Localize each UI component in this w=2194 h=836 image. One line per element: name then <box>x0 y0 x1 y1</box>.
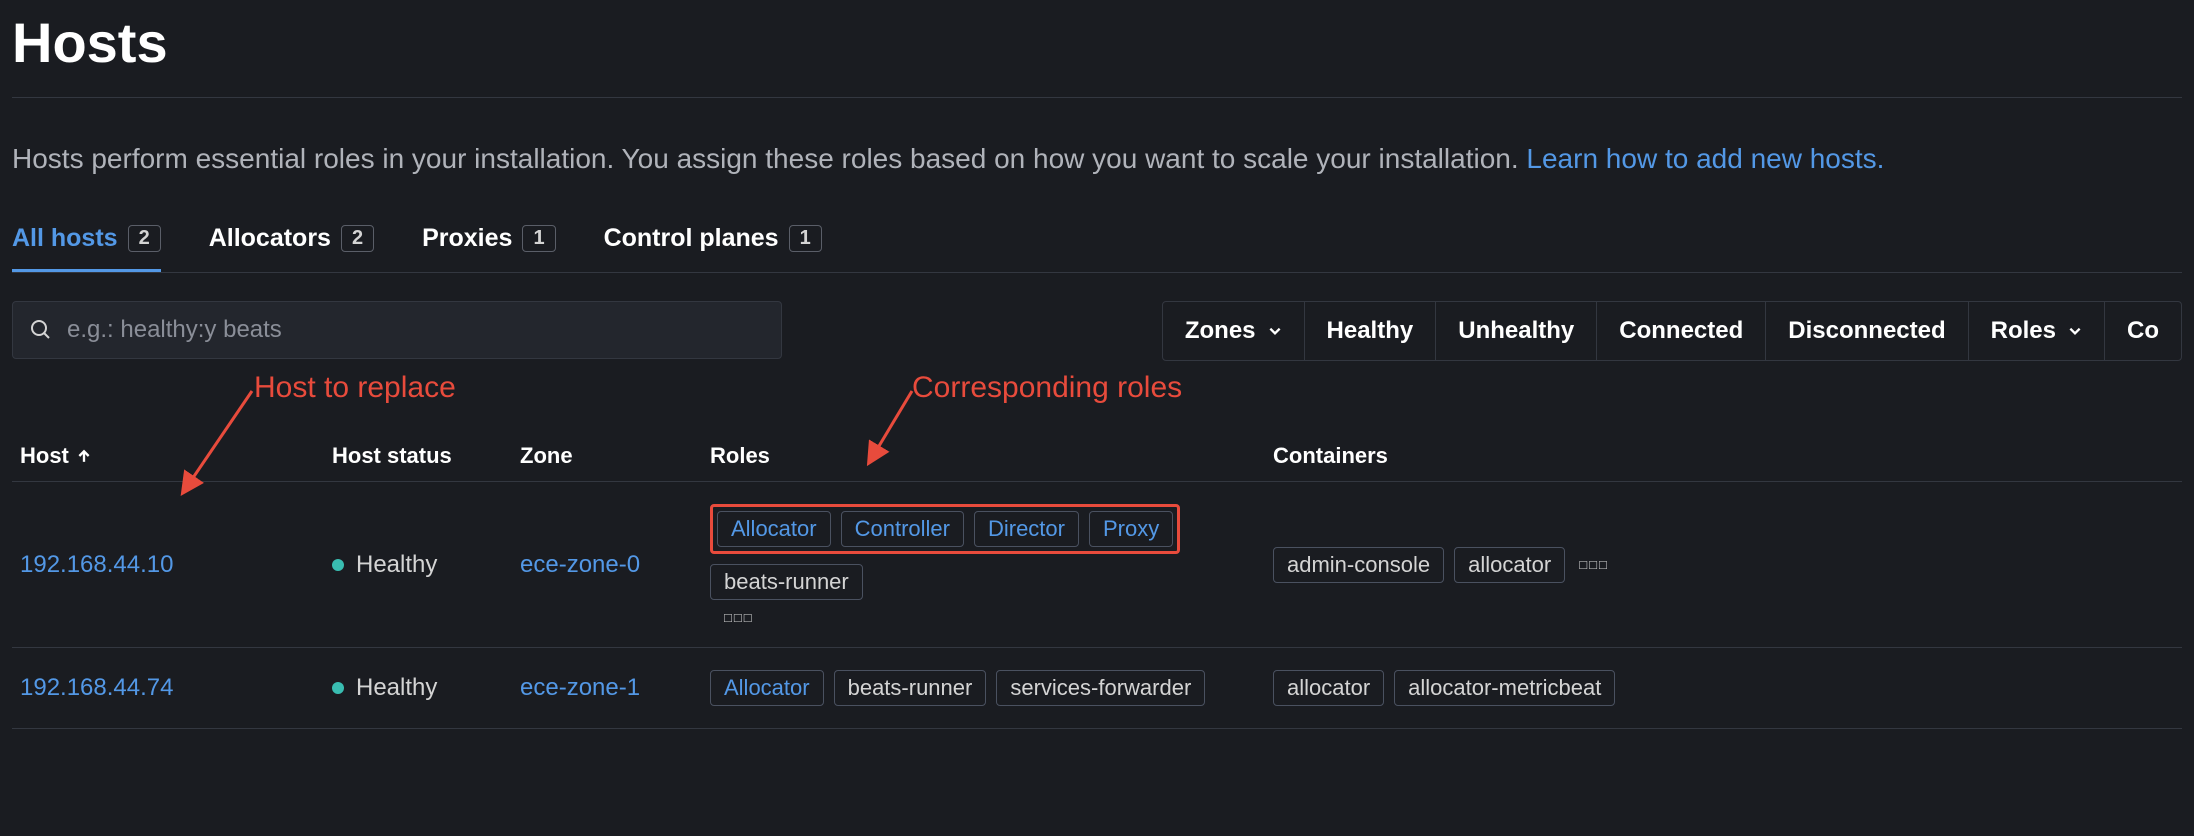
cell-host: 192.168.44.10 <box>12 551 332 579</box>
status-text: Healthy <box>356 674 437 702</box>
cell-containers: allocator allocator-metricbeat <box>1273 670 2182 706</box>
tab-all-hosts[interactable]: All hosts 2 <box>12 224 161 272</box>
status-text: Healthy <box>356 551 437 579</box>
filter-label: Connected <box>1619 317 1743 345</box>
filter-label: Disconnected <box>1788 317 1945 345</box>
tab-count-badge: 1 <box>522 225 555 252</box>
role-tag-beats-runner[interactable]: beats-runner <box>834 670 987 706</box>
filter-row: Zones Healthy Unhealthy Connected Discon… <box>12 301 2182 361</box>
page-description: Hosts perform essential roles in your in… <box>12 138 2182 180</box>
search-box[interactable] <box>12 301 782 359</box>
role-tag-services-forwarder[interactable]: services-forwarder <box>996 670 1205 706</box>
role-tag-allocator[interactable]: Allocator <box>710 670 824 706</box>
annotation-roles: Corresponding roles <box>912 371 1182 405</box>
col-header-label: Host <box>20 443 69 469</box>
tab-label: All hosts <box>12 224 118 253</box>
zone-link[interactable]: ece-zone-0 <box>520 551 640 578</box>
table-row: 192.168.44.74 Healthy ece-zone-1 Allocat… <box>12 648 2182 729</box>
tabs-bar: All hosts 2 Allocators 2 Proxies 1 Contr… <box>12 224 2182 273</box>
role-tag-director[interactable]: Director <box>974 511 1079 547</box>
tab-proxies[interactable]: Proxies 1 <box>422 224 555 272</box>
filter-label: Roles <box>1991 317 2056 345</box>
roles-highlight-box: Allocator Controller Director Proxy <box>710 504 1180 554</box>
host-link[interactable]: 192.168.44.10 <box>20 551 173 578</box>
cell-roles: Allocator Controller Director Proxy beat… <box>710 504 1273 625</box>
col-header-containers[interactable]: Containers <box>1273 443 2182 469</box>
cell-zone: ece-zone-0 <box>520 551 710 579</box>
container-tag[interactable]: admin-console <box>1273 547 1444 583</box>
container-tag[interactable]: allocator-metricbeat <box>1394 670 1615 706</box>
containers-more-icon[interactable]: □□□ <box>1575 557 1609 572</box>
cell-host: 192.168.44.74 <box>12 674 332 702</box>
tab-label: Control planes <box>604 224 779 253</box>
filter-connected[interactable]: Connected <box>1596 302 1765 360</box>
search-icon <box>29 318 53 342</box>
tab-allocators[interactable]: Allocators 2 <box>209 224 374 272</box>
roles-more-icon[interactable]: □□□ <box>710 610 1273 625</box>
tab-label: Allocators <box>209 224 331 253</box>
tab-count-badge: 2 <box>128 225 161 252</box>
table-row: 192.168.44.10 Healthy ece-zone-0 Allocat… <box>12 482 2182 648</box>
cell-status: Healthy <box>332 551 520 579</box>
role-tag-proxy[interactable]: Proxy <box>1089 511 1173 547</box>
tab-control-planes[interactable]: Control planes 1 <box>604 224 822 272</box>
container-tag[interactable]: allocator <box>1273 670 1384 706</box>
learn-link[interactable]: Learn how to add new hosts. <box>1526 143 1884 174</box>
col-header-roles[interactable]: Roles <box>710 443 1273 469</box>
hosts-table: Host Host status Zone Roles Containers 1… <box>12 427 2182 729</box>
col-header-zone[interactable]: Zone <box>520 443 710 469</box>
search-input[interactable] <box>67 316 765 344</box>
zone-link[interactable]: ece-zone-1 <box>520 674 640 701</box>
tab-label: Proxies <box>422 224 512 253</box>
cell-zone: ece-zone-1 <box>520 674 710 702</box>
filter-zones[interactable]: Zones <box>1163 302 1304 360</box>
filter-label: Unhealthy <box>1458 317 1574 345</box>
filter-buttons: Zones Healthy Unhealthy Connected Discon… <box>1162 301 2182 361</box>
role-tag-beats-runner[interactable]: beats-runner <box>710 564 863 600</box>
filter-label: Co <box>2127 317 2159 345</box>
role-tag-allocator[interactable]: Allocator <box>717 511 831 547</box>
cell-roles: Allocator beats-runner services-forwarde… <box>710 670 1273 706</box>
cell-containers: admin-console allocator □□□ <box>1273 547 2182 583</box>
filter-label: Healthy <box>1327 317 1414 345</box>
health-dot-icon <box>332 682 344 694</box>
annotation-host-replace: Host to replace <box>254 371 456 405</box>
role-tag-controller[interactable]: Controller <box>841 511 964 547</box>
annotations-layer: Host to replace Corresponding roles <box>12 371 2182 427</box>
col-header-status[interactable]: Host status <box>332 443 520 469</box>
description-text: Hosts perform essential roles in your in… <box>12 143 1526 174</box>
container-tag[interactable]: allocator <box>1454 547 1565 583</box>
filter-disconnected[interactable]: Disconnected <box>1765 302 1967 360</box>
health-dot-icon <box>332 559 344 571</box>
filter-healthy[interactable]: Healthy <box>1304 302 1436 360</box>
sort-asc-icon <box>77 449 91 463</box>
chevron-down-icon <box>2068 324 2082 338</box>
host-link[interactable]: 192.168.44.74 <box>20 674 173 701</box>
filter-containers-overflow[interactable]: Co <box>2104 302 2181 360</box>
filter-unhealthy[interactable]: Unhealthy <box>1435 302 1596 360</box>
arrow-host-replace <box>172 391 262 511</box>
chevron-down-icon <box>1268 324 1282 338</box>
table-header: Host Host status Zone Roles Containers <box>12 427 2182 482</box>
tab-count-badge: 1 <box>789 225 822 252</box>
divider <box>12 97 2182 98</box>
cell-status: Healthy <box>332 674 520 702</box>
filter-label: Zones <box>1185 317 1256 345</box>
page-title: Hosts <box>12 0 2182 97</box>
filter-roles[interactable]: Roles <box>1968 302 2104 360</box>
arrow-roles <box>852 391 932 481</box>
tab-count-badge: 2 <box>341 225 374 252</box>
